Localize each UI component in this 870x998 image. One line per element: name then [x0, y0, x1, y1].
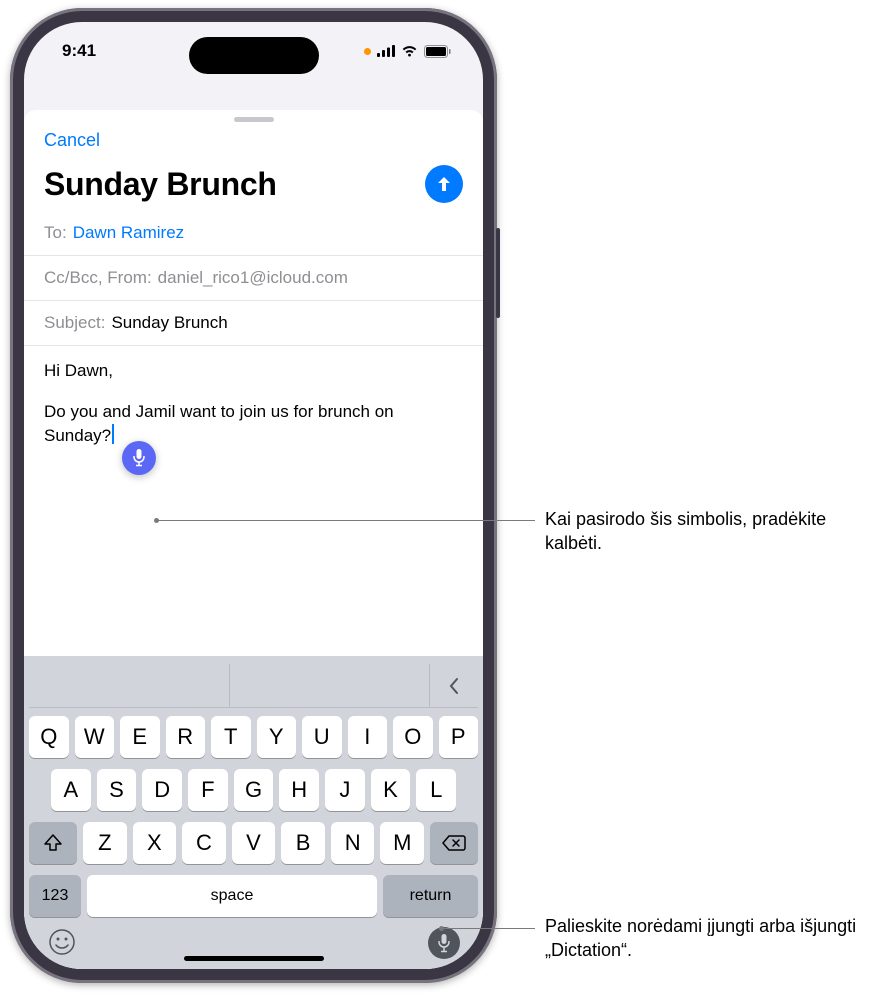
delete-icon [442, 834, 466, 852]
key-e[interactable]: E [120, 716, 160, 758]
key-a[interactable]: A [51, 769, 91, 811]
key-p[interactable]: P [439, 716, 479, 758]
emoji-button[interactable] [47, 927, 77, 957]
key-row-4: 123 space return [29, 875, 478, 917]
subject-label: Subject: [44, 313, 105, 333]
key-b[interactable]: B [281, 822, 325, 864]
microphone-icon [132, 449, 146, 467]
toolbar-collapse[interactable] [430, 664, 478, 707]
key-row-3: ZXCVBNM [29, 822, 478, 864]
dynamic-island [189, 37, 319, 74]
key-k[interactable]: K [371, 769, 411, 811]
key-d[interactable]: D [142, 769, 182, 811]
key-q[interactable]: Q [29, 716, 69, 758]
key-w[interactable]: W [75, 716, 115, 758]
dictation-indicator[interactable] [122, 441, 156, 475]
home-indicator[interactable] [184, 956, 324, 961]
compose-sheet: Cancel Sunday Brunch To: Dawn Ramirez Cc… [24, 110, 483, 969]
send-button[interactable] [425, 165, 463, 203]
to-field[interactable]: To: Dawn Ramirez [24, 211, 483, 256]
toolbar-seg-2[interactable] [230, 664, 431, 707]
shift-icon [43, 834, 63, 852]
key-s[interactable]: S [97, 769, 137, 811]
battery-icon [424, 45, 451, 58]
ccbcc-label: Cc/Bcc, From: [44, 268, 152, 288]
key-i[interactable]: I [348, 716, 388, 758]
dictation-toggle-button[interactable] [428, 927, 460, 959]
key-r[interactable]: R [166, 716, 206, 758]
screen: 9:41 Cancel Sunday Brunch To: [24, 22, 483, 969]
callout-2: Palieskite norėdami įjungti arba išjungt… [545, 914, 865, 963]
return-key[interactable]: return [383, 875, 478, 917]
key-h[interactable]: H [279, 769, 319, 811]
key-g[interactable]: G [234, 769, 274, 811]
key-o[interactable]: O [393, 716, 433, 758]
numbers-key[interactable]: 123 [29, 875, 81, 917]
to-label: To: [44, 223, 67, 243]
email-body[interactable]: Hi Dawn, Do you and Jamil want to join u… [24, 346, 483, 656]
callout-line-1 [156, 520, 535, 521]
shift-key[interactable] [29, 822, 77, 864]
key-m[interactable]: M [380, 822, 424, 864]
key-l[interactable]: L [416, 769, 456, 811]
space-key[interactable]: space [87, 875, 377, 917]
text-cursor [112, 424, 114, 444]
callout-line-2 [441, 928, 535, 929]
cancel-button[interactable]: Cancel [44, 126, 100, 155]
chevron-left-icon [447, 676, 461, 696]
key-row-2: ASDFGHJKL [29, 769, 478, 811]
key-f[interactable]: F [188, 769, 228, 811]
side-button [496, 228, 500, 318]
from-value: daniel_rico1@icloud.com [158, 268, 348, 288]
delete-key[interactable] [430, 822, 478, 864]
key-c[interactable]: C [182, 822, 226, 864]
recording-indicator-icon [364, 48, 371, 55]
key-v[interactable]: V [232, 822, 276, 864]
wifi-icon [401, 45, 418, 57]
body-line-1: Hi Dawn, [44, 360, 463, 383]
ccbcc-field[interactable]: Cc/Bcc, From: daniel_rico1@icloud.com [24, 256, 483, 301]
key-u[interactable]: U [302, 716, 342, 758]
callout-1: Kai pasirodo šis simbolis, pradėkite kal… [545, 507, 855, 556]
status-time: 9:41 [62, 41, 96, 61]
subject-field[interactable]: Subject: Sunday Brunch [24, 301, 483, 346]
cellular-icon [377, 45, 395, 57]
key-j[interactable]: J [325, 769, 365, 811]
body-line-2: Do you and Jamil want to join us for bru… [44, 401, 463, 448]
key-row-1: QWERTYUIOP [29, 716, 478, 758]
key-x[interactable]: X [133, 822, 177, 864]
toolbar-seg-1[interactable] [29, 664, 230, 707]
keyboard-toolbar [29, 664, 478, 708]
microphone-icon [437, 934, 451, 953]
keyboard-bottom [29, 917, 478, 959]
key-z[interactable]: Z [83, 822, 127, 864]
key-t[interactable]: T [211, 716, 251, 758]
emoji-icon [48, 928, 76, 956]
subject-value: Sunday Brunch [111, 313, 227, 333]
keyboard: QWERTYUIOP ASDFGHJKL ZXCVBNM 123 space r… [24, 656, 483, 969]
iphone-frame: 9:41 Cancel Sunday Brunch To: [10, 8, 497, 983]
key-n[interactable]: N [331, 822, 375, 864]
to-value: Dawn Ramirez [73, 223, 184, 243]
email-title: Sunday Brunch [44, 166, 277, 203]
arrow-up-icon [435, 175, 453, 193]
key-y[interactable]: Y [257, 716, 297, 758]
